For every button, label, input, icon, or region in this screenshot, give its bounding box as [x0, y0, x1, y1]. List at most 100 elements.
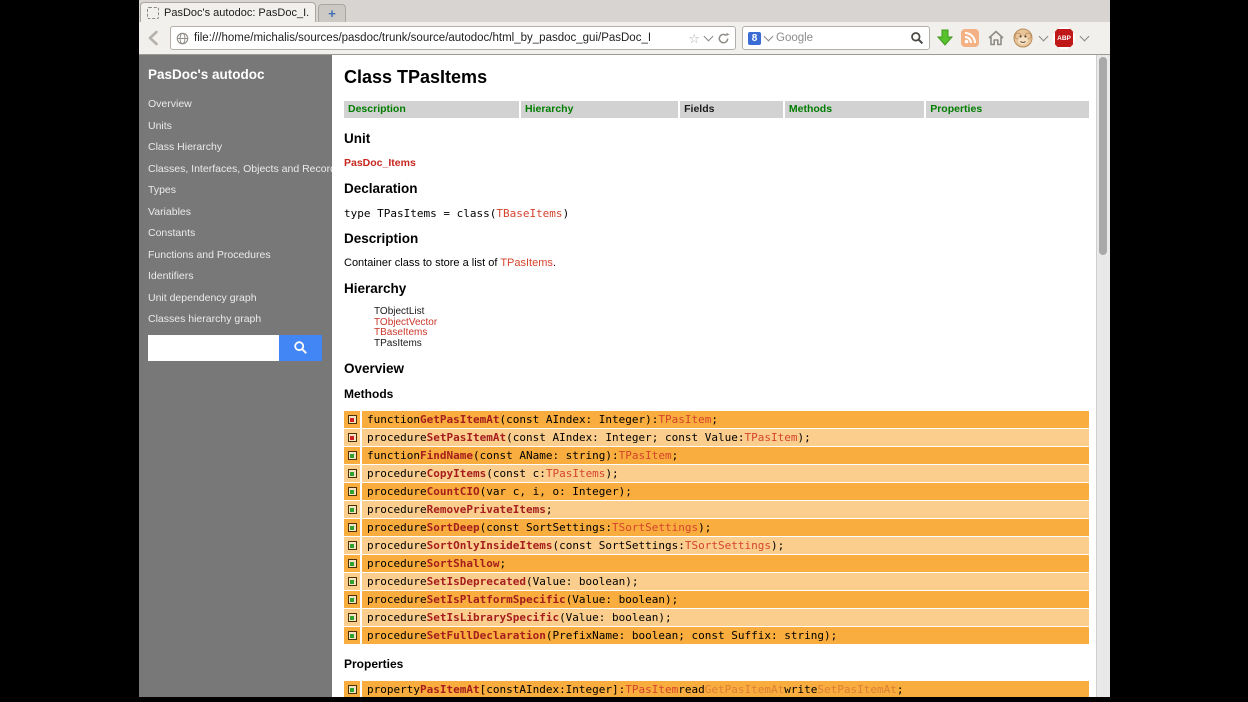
scrollbar-thumb[interactable]	[1099, 57, 1107, 255]
member-name-link[interactable]: RemovePrivateItems	[427, 503, 546, 516]
web-search-input[interactable]: Google	[776, 32, 906, 44]
nav-tab-hierarchy[interactable]: Hierarchy	[521, 101, 678, 118]
code-text: (Value: boolean);	[526, 575, 639, 588]
member-name-link[interactable]: SetIsPlatformSpecific	[427, 593, 566, 606]
member-name-link[interactable]: CountCIO	[427, 485, 480, 498]
member-name-link[interactable]: GetPasItemAt	[420, 413, 499, 426]
download-arrow-icon[interactable]	[936, 28, 954, 48]
public-visibility-icon	[344, 591, 360, 608]
member-name-link[interactable]: SortOnlyInsideItems	[427, 539, 553, 552]
bookmark-star-icon[interactable]: ☆	[688, 32, 700, 45]
member-name-link[interactable]: SortShallow	[427, 557, 500, 570]
hierarchy-list: TObjectListTObjectVectorTBaseItemsTPasIt…	[374, 307, 1088, 349]
tab-bar: PasDoc's autodoc: PasDoc_I... +	[139, 0, 1110, 22]
adblock-plus-icon[interactable]: ABP	[1053, 27, 1075, 49]
code-text: procedure	[367, 611, 427, 624]
url-text[interactable]: file:///home/michalis/sources/pasdoc/tru…	[194, 32, 683, 44]
hierarchy-heading: Hierarchy	[344, 281, 1088, 296]
hierarchy-item-tobjectvector[interactable]: TObjectVector	[374, 318, 1088, 329]
sidebar-item-variables[interactable]: Variables	[148, 206, 322, 218]
public-visibility-icon	[344, 681, 360, 697]
nav-tab-methods[interactable]: Methods	[785, 101, 924, 118]
browser-tab[interactable]: PasDoc's autodoc: PasDoc_I...	[140, 2, 316, 22]
unit-heading: Unit	[344, 131, 1088, 146]
sidebar-item-units[interactable]: Units	[148, 120, 322, 132]
member-name-link[interactable]: PasItemAt	[420, 683, 480, 696]
member-signature: procedure SetIsDeprecated(Value: boolean…	[362, 573, 1089, 590]
greasemonkey-icon[interactable]	[1012, 27, 1034, 49]
member-signature: function GetPasItemAt(const AIndex: Inte…	[362, 411, 1089, 428]
code-text: .	[553, 257, 556, 269]
identifier-link[interactable]: TPasItem	[619, 449, 672, 462]
sidebar-item-class-hierarchy[interactable]: Class Hierarchy	[148, 141, 322, 153]
desktop-background: PasDoc's autodoc: PasDoc_I... + file:///…	[0, 0, 1248, 702]
member-name-link[interactable]: SetPasItemAt	[427, 431, 506, 444]
sidebar-search	[148, 335, 322, 361]
code-text: ;	[546, 503, 553, 516]
nav-tab-description[interactable]: Description	[344, 101, 519, 118]
sidebar-item-overview[interactable]: Overview	[148, 98, 322, 110]
sidebar-search-input[interactable]	[148, 335, 279, 361]
sidebar-item-types[interactable]: Types	[148, 184, 322, 196]
reload-icon[interactable]	[717, 32, 730, 45]
member-signature: function FindName(const AName: string): …	[362, 447, 1089, 464]
code-text: ;	[897, 683, 904, 696]
identifier-link[interactable]: GetPasItemAt	[705, 683, 784, 696]
member-signature: procedure SortDeep(const SortSettings: T…	[362, 519, 1089, 536]
search-bar[interactable]: 8 Google	[742, 26, 930, 50]
sidebar-item-classes-interfaces-objects-and-records[interactable]: Classes, Interfaces, Objects and Records	[148, 163, 322, 175]
identifier-link[interactable]: TPasItem	[658, 413, 711, 426]
engine-dropdown-chevron-icon[interactable]	[764, 32, 774, 42]
identifier-link[interactable]: TSortSettings	[612, 521, 698, 534]
code-text: function	[367, 413, 420, 426]
member-row: procedure SortDeep(const SortSettings: T…	[344, 519, 1089, 536]
sidebar-item-constants[interactable]: Constants	[148, 227, 322, 239]
public-visibility-icon	[344, 555, 360, 572]
code-text: procedure	[367, 431, 427, 444]
identifier-link[interactable]: SetPasItemAt	[817, 683, 896, 696]
identifier-link[interactable]: TBaseItems	[496, 207, 562, 220]
sidebar-item-classes-hierarchy-graph[interactable]: Classes hierarchy graph	[148, 313, 322, 325]
abp-dropdown-chevron-icon[interactable]	[1080, 32, 1090, 42]
sidebar-item-unit-dependency-graph[interactable]: Unit dependency graph	[148, 292, 322, 304]
identifier-link[interactable]: TPasItems	[500, 257, 553, 269]
nav-tab-properties[interactable]: Properties	[926, 101, 1089, 118]
member-name-link[interactable]: SortDeep	[427, 521, 480, 534]
hierarchy-item-tbaseitems[interactable]: TBaseItems	[374, 328, 1088, 339]
google-engine-icon[interactable]: 8	[748, 32, 761, 45]
code-text: ;	[711, 413, 718, 426]
code-text: procedure	[367, 521, 427, 534]
member-row: function FindName(const AName: string): …	[344, 447, 1089, 464]
unit-link[interactable]: PasDoc_Items	[344, 157, 1088, 169]
member-row: procedure SortShallow;	[344, 555, 1089, 572]
identifier-link[interactable]: TPasItem	[745, 431, 798, 444]
home-icon[interactable]	[986, 28, 1006, 48]
member-row: procedure CopyItems(const c: TPasItems);	[344, 465, 1089, 482]
back-button[interactable]	[144, 28, 164, 48]
search-magnifier-icon[interactable]	[910, 31, 924, 45]
url-bar[interactable]: file:///home/michalis/sources/pasdoc/tru…	[170, 26, 736, 50]
code-text: (const AIndex: Integer; const Value:	[506, 431, 744, 444]
sidebar-item-functions-and-procedures[interactable]: Functions and Procedures	[148, 249, 322, 261]
document-area: Class TPasItems DescriptionHierarchyFiel…	[332, 55, 1096, 697]
greasemonkey-dropdown-chevron-icon[interactable]	[1039, 32, 1049, 42]
member-name-link[interactable]: CopyItems	[427, 467, 487, 480]
identifier-link[interactable]: TPasItem	[625, 683, 678, 696]
identifier-link[interactable]: TSortSettings	[685, 539, 771, 552]
browser-window: PasDoc's autodoc: PasDoc_I... + file:///…	[139, 0, 1110, 697]
sidebar-title: PasDoc's autodoc	[148, 67, 322, 82]
rss-feed-icon[interactable]	[960, 28, 980, 48]
identifier-link[interactable]: TPasItems	[546, 467, 606, 480]
code-text: procedure	[367, 575, 427, 588]
sidebar-item-identifiers[interactable]: Identifiers	[148, 270, 322, 282]
member-name-link[interactable]: SetIsLibrarySpecific	[427, 611, 559, 624]
url-dropdown-chevron-icon[interactable]	[704, 32, 714, 42]
member-signature: procedure SetIsLibrarySpecific(Value: bo…	[362, 609, 1089, 626]
member-name-link[interactable]: SetFullDeclaration	[427, 629, 546, 642]
sidebar-search-button[interactable]	[279, 335, 322, 361]
member-name-link[interactable]: FindName	[420, 449, 473, 462]
vertical-scrollbar[interactable]	[1096, 55, 1110, 697]
member-name-link[interactable]: SetIsDeprecated	[427, 575, 526, 588]
new-tab-button[interactable]: +	[318, 4, 346, 22]
globe-icon	[176, 32, 189, 45]
